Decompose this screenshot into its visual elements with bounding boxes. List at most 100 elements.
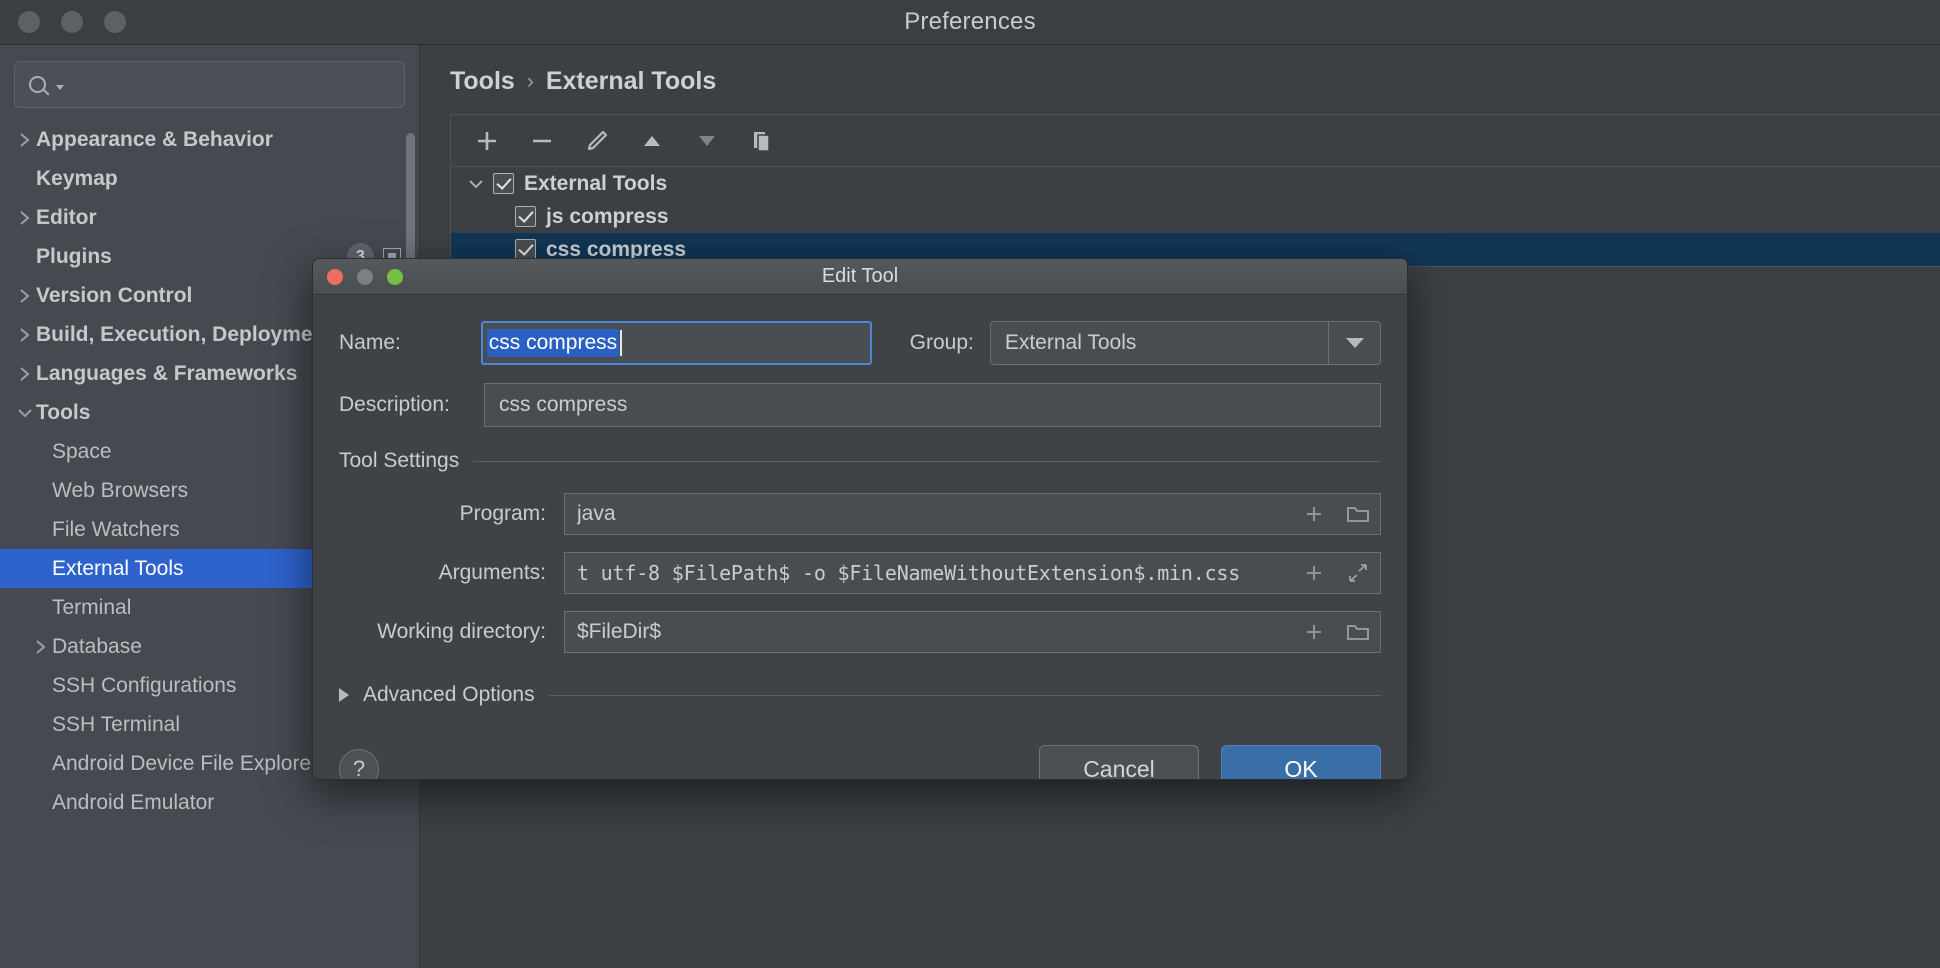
external-tools-toolbar	[451, 115, 1940, 167]
name-input-value: css compress	[486, 328, 620, 358]
add-button[interactable]	[459, 119, 514, 163]
sidebar-item-keymap[interactable]: Keymap	[0, 159, 419, 198]
program-label: Program:	[459, 502, 546, 525]
help-button[interactable]: ?	[339, 749, 379, 779]
sidebar-item-label: Terminal	[52, 595, 132, 619]
preferences-titlebar: Preferences	[0, 0, 1940, 45]
working-directory-label: Working directory:	[377, 620, 546, 643]
sidebar-item-android-emulator[interactable]: Android Emulator	[0, 783, 419, 822]
edit-tool-dialog: Edit Tool Name: css compress Group: Exte…	[312, 258, 1408, 780]
search-input[interactable]	[70, 74, 390, 95]
dialog-action-buttons: Cancel OK	[1039, 745, 1381, 779]
sidebar-item-label: SSH Configurations	[52, 673, 237, 697]
tool-name-label: External Tools	[524, 171, 668, 195]
dialog-title: Edit Tool	[821, 265, 899, 287]
program-row: Program: java	[339, 493, 1381, 535]
ok-button[interactable]: OK	[1221, 745, 1381, 779]
sidebar-item-label: File Watchers	[52, 517, 180, 541]
table-row[interactable]: External Tools	[451, 167, 1940, 200]
cancel-button[interactable]: Cancel	[1039, 745, 1199, 779]
advanced-options-title: Advanced Options	[363, 683, 535, 706]
tool-settings-title: Tool Settings	[339, 449, 460, 472]
chevron-right-icon[interactable]	[30, 638, 52, 656]
breadcrumb-separator-icon: ›	[526, 69, 534, 93]
description-label: Description:	[339, 393, 450, 416]
chevron-down-icon[interactable]	[56, 85, 64, 90]
checkbox[interactable]	[515, 239, 536, 260]
sidebar-item-label: External Tools	[52, 556, 184, 580]
chevron-right-icon[interactable]	[339, 688, 349, 702]
arguments-input-value: t utf-8 $FilePath$ -o $FileNameWithoutEx…	[577, 561, 1241, 585]
copy-icon[interactable]	[734, 119, 789, 163]
sidebar-item-label: Build, Execution, Deployment	[36, 322, 333, 346]
program-input-value: java	[577, 502, 616, 525]
text-caret	[620, 330, 623, 356]
arguments-label: Arguments:	[438, 561, 546, 584]
remove-button[interactable]	[514, 119, 569, 163]
chevron-right-icon[interactable]	[14, 209, 36, 227]
checkbox[interactable]	[493, 173, 514, 194]
description-row: Description: css compress	[339, 383, 1381, 427]
program-input[interactable]: java	[564, 493, 1381, 535]
plus-icon[interactable]	[1292, 622, 1336, 642]
dialog-titlebar: Edit Tool	[313, 259, 1407, 295]
group-select-value: External Tools	[1004, 331, 1137, 354]
folder-icon[interactable]	[1336, 504, 1380, 524]
sidebar-item-label: Appearance & Behavior	[36, 127, 273, 151]
table-row[interactable]: js compress	[451, 200, 1940, 233]
description-input[interactable]: css compress	[484, 383, 1381, 427]
search-box[interactable]	[14, 61, 405, 108]
page-title: Preferences	[904, 8, 1036, 35]
sidebar-item-label: SSH Terminal	[52, 712, 180, 736]
pencil-icon[interactable]	[569, 119, 624, 163]
breadcrumb-current: External Tools	[545, 67, 717, 95]
dialog-footer: ? Cancel OK	[313, 727, 1407, 779]
working-directory-row: Working directory: $FileDir$	[339, 611, 1381, 653]
sidebar-item-label: Android Device File Explorer	[52, 751, 319, 775]
chevron-right-icon[interactable]	[14, 365, 36, 383]
tool-name-label: js compress	[546, 204, 669, 228]
working-directory-input-value: $FileDir$	[577, 620, 662, 643]
sidebar-item-editor[interactable]: Editor	[0, 198, 419, 237]
external-tools-panel: External Tools js compress css compress	[450, 114, 1940, 267]
breadcrumb: Tools › External Tools	[420, 45, 1940, 114]
dialog-body: Name: css compress Group: External Tools…	[313, 295, 1407, 727]
group-label: Group:	[909, 331, 974, 354]
arguments-row: Arguments: t utf-8 $FilePath$ -o $FileNa…	[339, 552, 1381, 594]
triangle-down-icon[interactable]	[679, 119, 734, 163]
chevron-down-icon[interactable]	[14, 407, 36, 419]
folder-icon[interactable]	[1336, 622, 1380, 642]
breadcrumb-parent[interactable]: Tools	[450, 67, 515, 96]
checkbox[interactable]	[515, 206, 536, 227]
advanced-options-header[interactable]: Advanced Options	[339, 683, 1381, 707]
sidebar-item-label: Editor	[36, 205, 97, 229]
sidebar-item-label: Android Emulator	[52, 790, 215, 814]
external-tools-tree: External Tools js compress css compress	[451, 167, 1940, 266]
triangle-up-icon[interactable]	[624, 119, 679, 163]
plus-icon[interactable]	[1292, 504, 1336, 524]
name-input[interactable]: css compress	[480, 321, 873, 365]
name-label: Name:	[339, 331, 401, 354]
section-divider	[473, 460, 1381, 462]
sidebar-item-label: Version Control	[36, 283, 193, 307]
chevron-down-icon[interactable]	[1328, 322, 1380, 364]
search-icon	[29, 76, 46, 93]
group-select[interactable]: External Tools	[989, 321, 1381, 365]
sidebar-item-label: Web Browsers	[52, 478, 189, 502]
sidebar-item-appearance-behavior[interactable]: Appearance & Behavior	[0, 120, 419, 159]
plus-icon[interactable]	[1292, 563, 1336, 583]
section-divider	[548, 694, 1381, 696]
chevron-right-icon[interactable]	[14, 326, 36, 344]
working-directory-input[interactable]: $FileDir$	[564, 611, 1381, 653]
chevron-right-icon[interactable]	[14, 287, 36, 305]
sidebar-item-label: Space	[52, 439, 112, 463]
chevron-down-icon[interactable]	[467, 178, 493, 190]
sidebar-item-label: Keymap	[36, 166, 118, 190]
sidebar-item-label: Database	[52, 634, 142, 658]
search-container	[0, 45, 419, 120]
sidebar-item-label: Tools	[36, 400, 91, 424]
arguments-input[interactable]: t utf-8 $FilePath$ -o $FileNameWithoutEx…	[564, 552, 1381, 594]
expand-icon[interactable]	[1336, 562, 1380, 584]
sidebar-item-label: Plugins	[36, 244, 112, 268]
chevron-right-icon[interactable]	[14, 131, 36, 149]
